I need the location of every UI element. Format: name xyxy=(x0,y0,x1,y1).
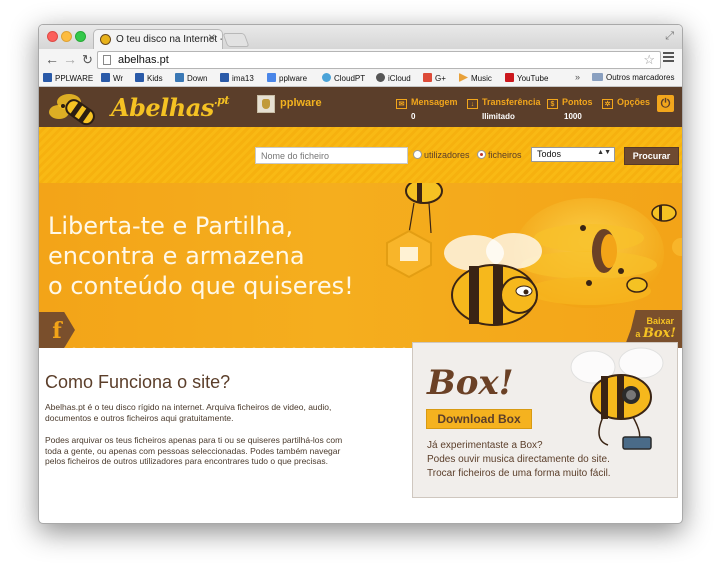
bookmark-item[interactable]: YouTube xyxy=(505,73,548,83)
bookmark-item[interactable]: Kids xyxy=(135,73,163,83)
box-promo-panel: Box! Download Box Já experimentaste a Bo… xyxy=(412,342,678,498)
site-favicon-icon xyxy=(100,34,111,45)
radio-users[interactable]: utilizadores xyxy=(413,150,470,160)
box-line-1: Já experimentaste a Box? xyxy=(427,440,543,451)
address-toolbar: ← → ↻ abelhas.pt ☆ xyxy=(39,49,682,71)
bookmark-icon xyxy=(135,73,144,82)
bookmark-star-icon[interactable]: ☆ xyxy=(643,52,655,68)
bookmark-item[interactable]: G+ xyxy=(423,73,446,83)
bookmark-icon xyxy=(101,73,110,82)
url-text: abelhas.pt xyxy=(118,54,169,66)
download-icon: ↓ xyxy=(467,99,478,109)
close-tab-icon[interactable]: ✕ xyxy=(208,33,216,44)
header-link-transfer[interactable]: ↓ Transferência xyxy=(467,97,541,109)
box-line-3: Trocar ficheiros de uma forma muito fáci… xyxy=(427,468,611,479)
messages-count: 0 xyxy=(411,112,416,121)
how-it-works-title: Como Funciona o site? xyxy=(45,372,231,392)
apple-icon xyxy=(376,73,385,82)
how-it-works-paragraph-2: Podes arquivar os teus ficheiros apenas … xyxy=(45,435,343,466)
fullscreen-icon[interactable]: ⤢ xyxy=(665,30,674,43)
bookmark-item[interactable]: Music xyxy=(459,73,492,83)
other-bookmarks-folder[interactable]: Outros marcadores xyxy=(592,73,674,82)
bookmarks-bar: PPLWARE Wr Kids Down ima13 pplware Cloud… xyxy=(39,71,682,87)
radio-files[interactable]: ficheiros xyxy=(477,150,522,160)
envelope-icon: ✉ xyxy=(396,99,407,109)
box-line-2: Podes ouvir musica directamente do site. xyxy=(427,454,610,465)
back-icon[interactable]: ← xyxy=(45,51,59,67)
hero-banner: Liberta-te e Partilha, encontra e armaze… xyxy=(39,183,682,348)
bee-logo-icon[interactable] xyxy=(47,90,105,126)
site-logo-text[interactable]: Abelhas.pt xyxy=(111,93,229,122)
bookmark-item[interactable]: pplware xyxy=(267,73,307,83)
folder-icon xyxy=(592,73,603,81)
minimize-window-button[interactable] xyxy=(61,31,72,42)
logout-power-icon[interactable]: ⏻ xyxy=(657,95,674,112)
bookmark-item[interactable]: ima13 xyxy=(220,73,254,83)
forward-icon[interactable]: → xyxy=(63,51,77,67)
points-icon: $ xyxy=(547,99,558,109)
zoom-window-button[interactable] xyxy=(75,31,86,42)
radio-circle-checked-icon xyxy=(477,150,486,159)
search-bar: utilizadores ficheiros Todos▲▼ Procurar xyxy=(39,127,682,183)
site-header: Abelhas.pt pplware ✉ Mensagem 0 ↓ Transfer… xyxy=(39,87,682,127)
transfer-value: Ilimitado xyxy=(482,112,515,121)
url-input[interactable]: abelhas.pt ☆ xyxy=(97,51,661,69)
bookmark-item[interactable]: Down xyxy=(175,73,207,83)
bookmark-icon xyxy=(267,73,276,82)
gear-icon: ✲ xyxy=(602,99,613,109)
bookmark-item[interactable]: iCloud xyxy=(376,73,411,83)
browser-tab-bar: O teu disco na Internet - A ✕ ⤢ xyxy=(39,25,682,49)
google-plus-icon xyxy=(423,73,432,82)
bookmark-icon xyxy=(43,73,52,82)
menu-icon[interactable] xyxy=(663,52,674,64)
close-window-button[interactable] xyxy=(47,31,58,42)
bookmark-item[interactable]: PPLWARE xyxy=(43,73,93,83)
youtube-icon xyxy=(505,73,514,82)
bookmark-item[interactable]: Wr xyxy=(101,73,123,83)
user-name-link[interactable]: pplware xyxy=(280,97,322,109)
search-input[interactable] xyxy=(255,147,408,164)
box-title: Box! xyxy=(427,363,514,403)
user-avatar[interactable] xyxy=(257,95,275,113)
cloud-icon xyxy=(322,73,331,82)
bees-hive-illustration xyxy=(386,183,682,326)
bookmark-icon xyxy=(175,73,184,82)
browser-window: O teu disco na Internet - A ✕ ⤢ ← → ↻ ab… xyxy=(38,24,683,524)
browser-tab[interactable]: O teu disco na Internet - A ✕ xyxy=(93,29,223,49)
reload-icon[interactable]: ↻ xyxy=(82,52,93,68)
play-music-icon xyxy=(459,73,468,82)
category-select[interactable]: Todos ▲▼ xyxy=(531,147,615,162)
page-icon xyxy=(103,55,111,65)
header-link-points[interactable]: $ Pontos xyxy=(547,97,593,109)
bookmark-icon xyxy=(220,73,229,82)
more-bookmarks-button[interactable]: » xyxy=(575,72,580,82)
download-box-button[interactable]: Download Box xyxy=(426,409,532,429)
how-it-works-paragraph-1: Abelhas.pt é o teu disco rígido na inter… xyxy=(45,402,332,423)
search-button[interactable]: Procurar xyxy=(624,147,679,165)
header-link-messages[interactable]: ✉ Mensagem xyxy=(396,97,458,109)
new-tab-button[interactable] xyxy=(222,33,250,47)
points-value: 1000 xyxy=(564,112,582,121)
radio-circle-icon xyxy=(413,150,422,159)
select-arrows-icon: ▲▼ xyxy=(597,149,611,156)
header-link-options[interactable]: ✲ Opções xyxy=(602,97,650,109)
headphone-bee-icon xyxy=(570,347,664,450)
bookmark-item[interactable]: CloudPT xyxy=(322,73,365,83)
banner-headline: Liberta-te e Partilha, encontra e armaze… xyxy=(48,212,354,300)
